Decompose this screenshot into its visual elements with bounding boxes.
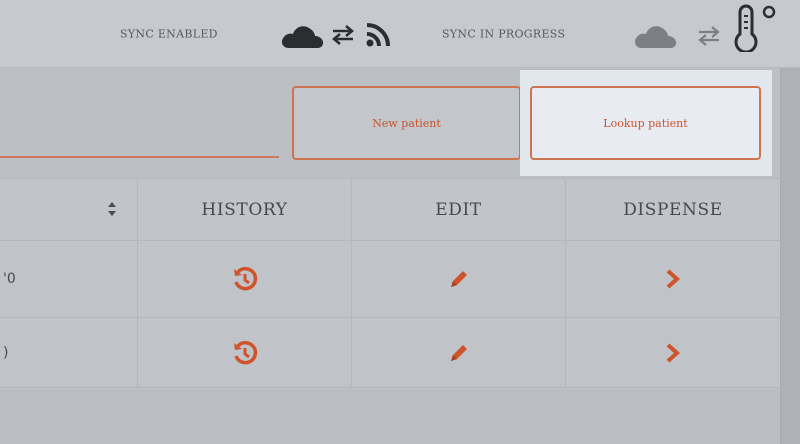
history-cell	[137, 318, 351, 387]
edit-cell	[351, 241, 565, 317]
cloud-icon	[634, 26, 677, 48]
table-footer-area	[0, 390, 780, 444]
patient-table: HISTORY EDIT DISPENSE '0)	[0, 178, 780, 390]
thermometer-icon	[734, 4, 776, 52]
table-cell: )	[0, 318, 137, 387]
pencil-icon[interactable]	[448, 268, 470, 290]
table-cell: '0	[0, 241, 137, 317]
history-cell	[137, 241, 351, 317]
table-header-history: HISTORY	[137, 179, 351, 240]
table-header-dispense: DISPENSE	[565, 179, 780, 240]
cell-text: )	[3, 344, 9, 361]
dispense-cell	[565, 318, 780, 387]
new-patient-button[interactable]: New patient	[292, 86, 521, 160]
sync-in-progress-label: SYNC IN PROGRESS	[442, 27, 566, 41]
sync-arrows-icon	[332, 25, 354, 45]
table-header-row: HISTORY EDIT DISPENSE	[0, 178, 780, 241]
chevron-right-icon[interactable]	[665, 342, 681, 364]
wifi-icon	[366, 23, 390, 47]
sort-icon[interactable]	[107, 201, 117, 217]
column-header-label: HISTORY	[201, 199, 288, 220]
table-row[interactable]: )	[0, 318, 780, 388]
edit-cell	[351, 318, 565, 387]
column-header-label: DISPENSE	[623, 199, 723, 220]
cell-text: '0	[3, 271, 16, 287]
chevron-right-icon[interactable]	[665, 268, 681, 290]
cloud-icon	[281, 26, 324, 48]
status-bar: SYNC ENABLED SYNC IN PROGRESS	[0, 0, 800, 68]
lookup-patient-button[interactable]: Lookup patient	[530, 86, 761, 160]
column-header-label: EDIT	[435, 199, 482, 220]
pencil-icon[interactable]	[448, 342, 470, 364]
sync-enabled-label: SYNC ENABLED	[120, 27, 218, 41]
table-row[interactable]: '0	[0, 241, 780, 318]
dispense-cell	[565, 241, 780, 317]
history-icon[interactable]	[232, 340, 258, 366]
search-input[interactable]	[0, 156, 279, 158]
table-header-edit: EDIT	[351, 179, 565, 240]
scrollbar[interactable]	[780, 68, 800, 444]
table-header-name[interactable]	[0, 179, 137, 240]
sync-arrows-icon	[698, 26, 720, 46]
history-icon[interactable]	[232, 266, 258, 292]
